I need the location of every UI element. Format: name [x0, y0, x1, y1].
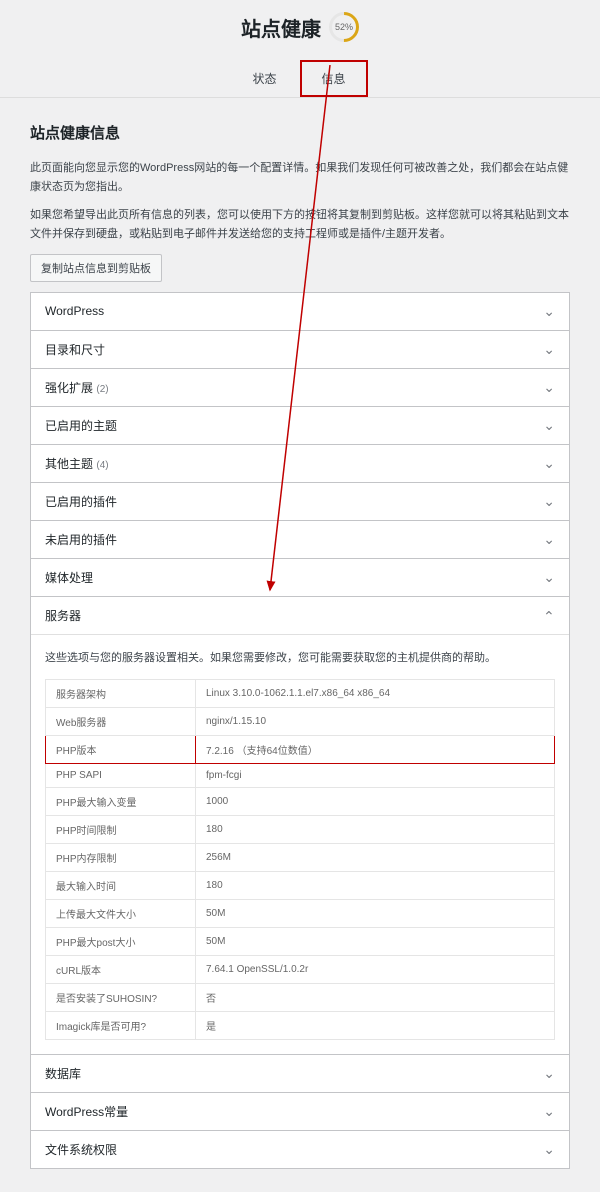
table-row: PHP最大post大小50M	[46, 927, 555, 955]
accordion-label: 媒体处理	[45, 569, 93, 586]
table-row: 上传最大文件大小50M	[46, 899, 555, 927]
desc-1: 此页面能向您显示您的WordPress网站的每一个配置详情。如果我们发现任何可被…	[30, 159, 570, 196]
chevron-down-icon: ⌄	[543, 379, 555, 396]
row-label: PHP时间限制	[46, 815, 196, 843]
accordion-label: 未启用的插件	[45, 531, 117, 548]
chevron-down-icon: ⌄	[543, 341, 555, 358]
row-value: 180	[196, 815, 555, 843]
accordion-label: 服务器	[45, 607, 81, 624]
tab-status[interactable]: 状态	[232, 62, 296, 95]
chevron-up-icon: ⌄	[543, 607, 555, 624]
row-label: PHP SAPI	[46, 763, 196, 787]
table-row: cURL版本7.64.1 OpenSSL/1.0.2r	[46, 955, 555, 983]
page-header: 站点健康 52% 状态 信息	[0, 0, 600, 98]
page-title: 站点健康 52%	[241, 12, 359, 42]
accordion-server[interactable]: 服务器 ⌄ 这些选项与您的服务器设置相关。如果您需要修改，您可能需要获取您的主机…	[30, 596, 570, 1055]
server-note: 这些选项与您的服务器设置相关。如果您需要修改，您可能需要获取您的主机提供商的帮助…	[45, 649, 555, 665]
chevron-down-icon: ⌄	[543, 1065, 555, 1082]
table-row: PHP最大输入变量1000	[46, 787, 555, 815]
table-row: Web服务器nginx/1.15.10	[46, 707, 555, 735]
tabs-nav: 状态 信息	[0, 60, 600, 98]
row-label: 最大输入时间	[46, 871, 196, 899]
accordion-label: 已启用的插件	[45, 493, 117, 510]
row-value: 180	[196, 871, 555, 899]
accordion-active-theme[interactable]: 已启用的主题 ⌄	[30, 406, 570, 445]
row-label: cURL版本	[46, 955, 196, 983]
chevron-down-icon: ⌄	[543, 531, 555, 548]
row-label: PHP最大输入变量	[46, 787, 196, 815]
accordion-active-plugins[interactable]: 已启用的插件 ⌄	[30, 482, 570, 521]
table-row: 服务器架构Linux 3.10.0-1062.1.1.el7.x86_64 x8…	[46, 679, 555, 707]
row-label: Web服务器	[46, 707, 196, 735]
row-value: 是	[196, 1011, 555, 1039]
row-value: 256M	[196, 843, 555, 871]
accordion-label: 已启用的主题	[45, 417, 117, 434]
desc-2: 如果您希望导出此页所有信息的列表，您可以使用下方的按钮将其复制到剪贴板。这样您就…	[30, 206, 570, 243]
content-area: 站点健康信息 此页面能向您显示您的WordPress网站的每一个配置详情。如果我…	[0, 98, 600, 1192]
accordion-label: 数据库	[45, 1065, 81, 1082]
chevron-down-icon: ⌄	[543, 1141, 555, 1158]
content-heading: 站点健康信息	[30, 122, 570, 143]
chevron-down-icon: ⌄	[543, 493, 555, 510]
row-value: nginx/1.15.10	[196, 707, 555, 735]
table-row: PHP SAPIfpm-fcgi	[46, 763, 555, 787]
accordion-label: WordPress	[45, 304, 104, 318]
row-value: 否	[196, 983, 555, 1011]
copy-info-button[interactable]: 复制站点信息到剪贴板	[30, 254, 162, 282]
table-row: PHP版本7.2.16 （支持64位数值）	[46, 735, 555, 763]
accordion-wordpress[interactable]: WordPress ⌄	[30, 292, 570, 331]
row-label: 上传最大文件大小	[46, 899, 196, 927]
accordion-label: 目录和尺寸	[45, 341, 105, 358]
row-value: 50M	[196, 927, 555, 955]
accordion-dirs[interactable]: 目录和尺寸 ⌄	[30, 330, 570, 369]
chevron-down-icon: ⌄	[543, 1103, 555, 1120]
accordion-wp-constants[interactable]: WordPress常量 ⌄	[30, 1092, 570, 1131]
chevron-down-icon: ⌄	[543, 455, 555, 472]
chevron-down-icon: ⌄	[543, 417, 555, 434]
accordion-database[interactable]: 数据库 ⌄	[30, 1054, 570, 1093]
accordion-inactive-plugins[interactable]: 未启用的插件 ⌄	[30, 520, 570, 559]
accordion-label: 文件系统权限	[45, 1141, 117, 1158]
row-label: 是否安装了SUHOSIN?	[46, 983, 196, 1011]
table-row: Imagick库是否可用?是	[46, 1011, 555, 1039]
chevron-down-icon: ⌄	[543, 303, 555, 320]
health-score-badge: 52%	[323, 6, 365, 48]
row-label: PHP版本	[46, 735, 196, 763]
server-body: 这些选项与您的服务器设置相关。如果您需要修改，您可能需要获取您的主机提供商的帮助…	[31, 634, 569, 1054]
row-label: PHP最大post大小	[46, 927, 196, 955]
row-value: fpm-fcgi	[196, 763, 555, 787]
row-value: 50M	[196, 899, 555, 927]
accordion-label: 强化扩展 (2)	[45, 379, 109, 396]
tab-info[interactable]: 信息	[300, 60, 368, 97]
row-label: 服务器架构	[46, 679, 196, 707]
accordion-label: WordPress常量	[45, 1103, 128, 1120]
accordion-label: 其他主题 (4)	[45, 455, 109, 472]
accordion-filesystem[interactable]: 文件系统权限 ⌄	[30, 1130, 570, 1169]
chevron-down-icon: ⌄	[543, 569, 555, 586]
server-info-table: 服务器架构Linux 3.10.0-1062.1.1.el7.x86_64 x8…	[45, 679, 555, 1040]
table-row: 最大输入时间180	[46, 871, 555, 899]
accordion-other-themes[interactable]: 其他主题 (4) ⌄	[30, 444, 570, 483]
table-row: PHP时间限制180	[46, 815, 555, 843]
row-value: 7.2.16 （支持64位数值）	[196, 735, 555, 763]
row-value: Linux 3.10.0-1062.1.1.el7.x86_64 x86_64	[196, 679, 555, 707]
row-label: PHP内存限制	[46, 843, 196, 871]
table-row: PHP内存限制256M	[46, 843, 555, 871]
accordion-media[interactable]: 媒体处理 ⌄	[30, 558, 570, 597]
accordion-ext[interactable]: 强化扩展 (2) ⌄	[30, 368, 570, 407]
row-label: Imagick库是否可用?	[46, 1011, 196, 1039]
row-value: 7.64.1 OpenSSL/1.0.2r	[196, 955, 555, 983]
row-value: 1000	[196, 787, 555, 815]
table-row: 是否安装了SUHOSIN?否	[46, 983, 555, 1011]
